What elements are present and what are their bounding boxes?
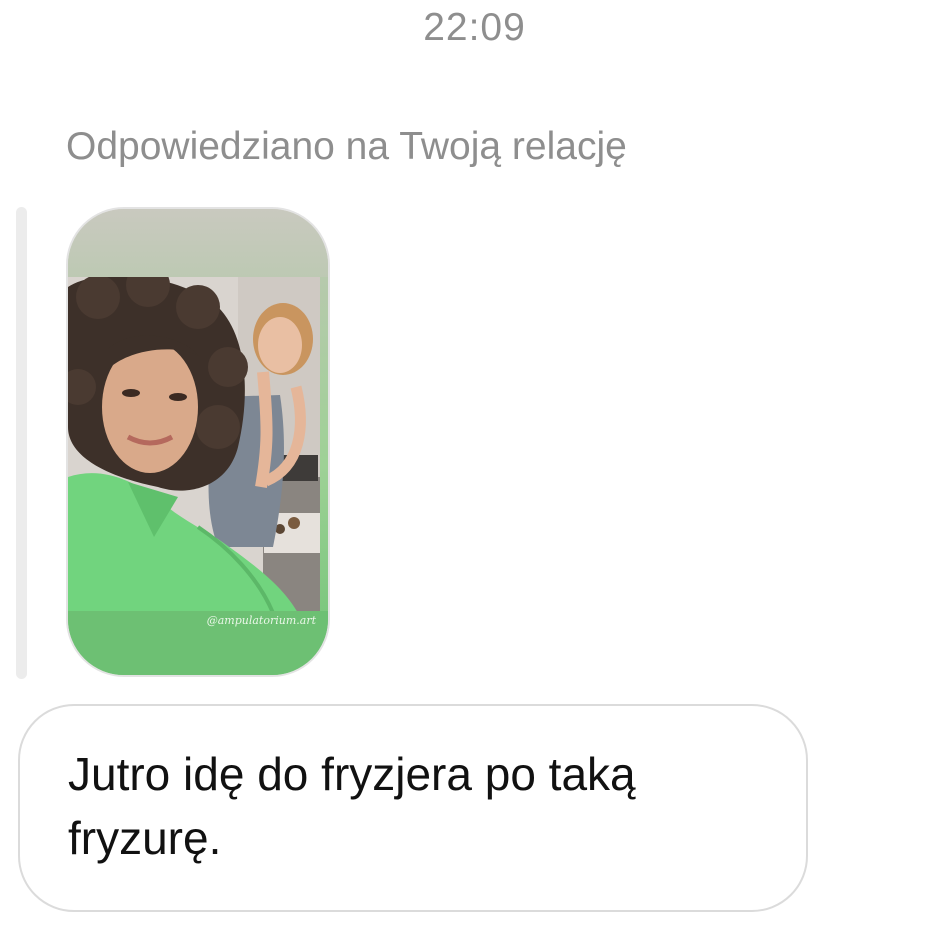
story-photo-image (68, 277, 320, 613)
story-top-band (68, 209, 328, 277)
story-preview-card[interactable]: @ampulatorium.art (66, 207, 330, 677)
dm-conversation-screen: 22:09 Odpowiedziano na Twoją relację @am… (0, 0, 929, 929)
reply-indicator-bar (16, 207, 27, 679)
story-credit-tag: @ampulatorium.art (206, 614, 316, 627)
message-text: Jutro idę do fryzjera po taką fryzurę. (68, 748, 636, 864)
story-reply-caption: Odpowiedziano na Twoją relację (66, 125, 627, 168)
message-bubble[interactable]: Jutro idę do fryzjera po taką fryzurę. (18, 704, 808, 912)
message-timestamp: 22:09 (423, 6, 526, 49)
